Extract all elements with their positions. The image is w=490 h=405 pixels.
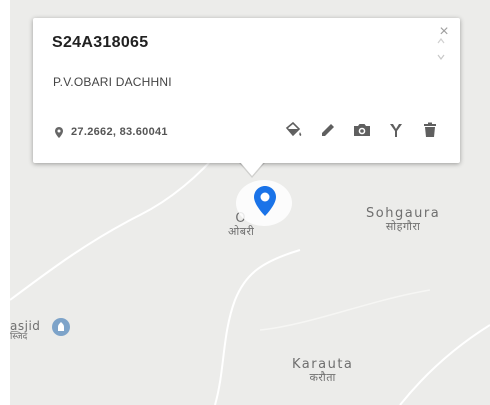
place-obari-devanagari: ओबरी	[228, 225, 255, 239]
station-name: P.V.OBARI DACHHNI	[53, 75, 172, 89]
station-id-title: S24A318065	[52, 34, 149, 51]
place-label-masjid: asjid स्जिद	[10, 319, 40, 343]
popup-scroll-indicator[interactable]	[436, 35, 446, 61]
coordinates-text: 27.2662, 83.60041	[71, 126, 168, 138]
location-pin-icon[interactable]	[254, 186, 276, 216]
popup-tail	[240, 162, 264, 176]
popup-action-bar	[285, 121, 439, 139]
mosque-poi-icon[interactable]	[52, 318, 70, 336]
trash-icon	[424, 122, 436, 137]
place-karauta-latin: Karauta	[292, 357, 354, 372]
camera-icon	[354, 124, 370, 136]
place-masjid-devanagari: स्जिद	[10, 332, 28, 343]
station-info-popup: S24A318065 × P.V.OBARI DACHHNI 27.2662, …	[33, 18, 460, 163]
place-sohgaura-devanagari: सोहगौरा	[385, 220, 421, 234]
fork-icon	[390, 124, 402, 137]
place-sohgaura-latin: Sohgaura	[366, 206, 441, 221]
coordinates-row: 27.2662, 83.60041	[55, 126, 168, 138]
screenshot-frame: O ओबरी Sohgaura सोहगौरा Karauta करौता as…	[0, 0, 490, 405]
place-karauta-devanagari: करौता	[309, 371, 336, 385]
pencil-icon	[322, 124, 334, 136]
location-dot-icon	[55, 126, 63, 138]
edit-button[interactable]	[319, 121, 337, 139]
delete-button[interactable]	[421, 121, 439, 139]
place-label-sohgaura: Sohgaura सोहगौरा	[366, 206, 441, 234]
paint-bucket-icon	[285, 122, 302, 137]
place-label-karauta: Karauta करौता	[292, 357, 354, 385]
paint-bucket-button[interactable]	[285, 121, 303, 139]
camera-button[interactable]	[353, 121, 371, 139]
fork-button[interactable]	[387, 121, 405, 139]
